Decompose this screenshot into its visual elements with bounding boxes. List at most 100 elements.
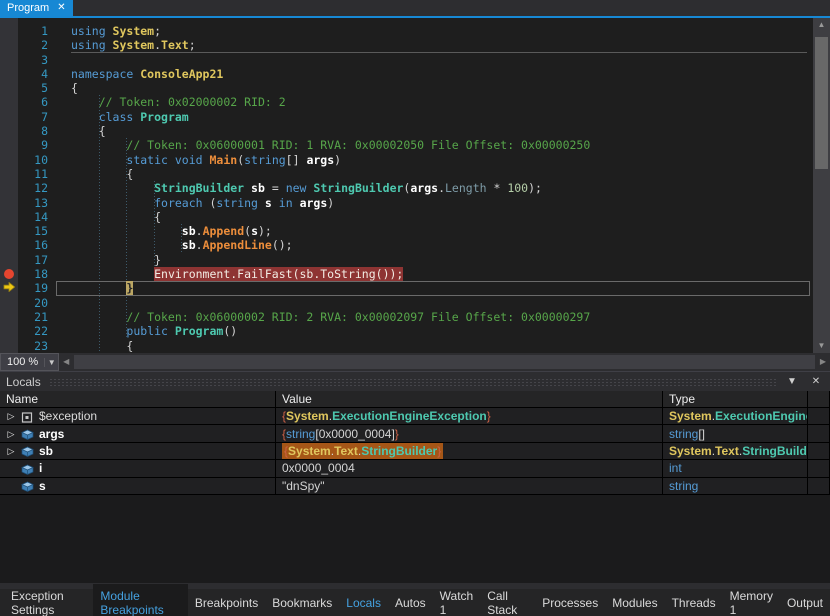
bottom-tab-breakpoints[interactable]: Breakpoints [188, 591, 265, 615]
line-number: 14 [18, 210, 48, 224]
column-header-type[interactable]: Type [663, 391, 808, 407]
code-token: Append [203, 224, 245, 238]
code-line[interactable]: 13 foreach (string s in args) [0, 196, 813, 210]
locals-header-row[interactable]: Name Value Type [0, 391, 830, 408]
breakpoint-glyph-cell[interactable] [0, 267, 18, 281]
tab-close-icon[interactable]: ✕ [57, 3, 65, 13]
horizontal-scrollbar-thumb[interactable] [74, 355, 815, 369]
code-line[interactable]: 18 Environment.FailFast(sb.ToString()); [0, 267, 813, 281]
expander-icon[interactable]: ▷ [6, 408, 16, 424]
locals-filler-cell [808, 408, 830, 424]
code-token [71, 238, 182, 252]
vertical-scrollbar[interactable]: ▲ ▼ [813, 18, 830, 353]
code-line[interactable]: 7 class Program [0, 110, 813, 124]
locals-value-cell[interactable]: {string[0x0000_0004]} [276, 425, 663, 441]
locals-value-cell[interactable]: {System.Text.StringBuilder} [276, 443, 663, 459]
line-number: 6 [18, 95, 48, 109]
code-token: ) [334, 153, 341, 167]
chevron-down-icon[interactable]: ▼ [44, 358, 58, 367]
expander-icon[interactable]: ▷ [6, 426, 16, 442]
code-text: using System.Text; [48, 38, 196, 52]
locals-type-cell[interactable]: int [663, 460, 808, 476]
locals-value-cell[interactable]: {System.ExecutionEngineException} [276, 408, 663, 424]
locals-name-cell[interactable]: ▷$exception [0, 408, 276, 424]
current-statement-glyph-cell[interactable] [0, 281, 18, 295]
locals-row[interactable]: ▷$exception{System.ExecutionEngineExcept… [0, 408, 830, 425]
scroll-down-icon[interactable]: ▼ [813, 339, 830, 353]
bottom-tab-autos[interactable]: Autos [388, 591, 433, 615]
bottom-tab-exception-settings[interactable]: Exception Settings [4, 584, 93, 616]
bottom-tab-threads[interactable]: Threads [665, 591, 723, 615]
bottom-tab-processes[interactable]: Processes [535, 591, 605, 615]
code-line[interactable]: 11 { [0, 167, 813, 181]
expander-icon[interactable]: ▷ [6, 443, 16, 459]
code-line[interactable]: 22 public Program() [0, 324, 813, 338]
code-token: System [286, 408, 329, 424]
locals-value-cell[interactable]: 0x0000_0004 [276, 460, 663, 476]
code-line[interactable]: 15 sb.Append(s); [0, 224, 813, 238]
scroll-left-icon[interactable]: ◀ [59, 353, 73, 371]
bottom-tab-output[interactable]: Output [780, 591, 830, 615]
code-line[interactable]: 17 } [0, 253, 813, 267]
code-line[interactable]: 5{ [0, 81, 813, 95]
close-icon[interactable]: ✕ [808, 376, 824, 387]
scroll-right-icon[interactable]: ▶ [816, 353, 830, 371]
code-line[interactable]: 19 } [0, 281, 813, 295]
line-number: 16 [18, 238, 48, 252]
code-token [71, 167, 126, 181]
code-line[interactable]: 4namespace ConsoleApp21 [0, 67, 813, 81]
current-statement-arrow-icon[interactable] [3, 281, 15, 295]
code-token: Main [209, 153, 237, 167]
code-line[interactable]: 23 { [0, 339, 813, 353]
code-line[interactable]: 3 [0, 53, 813, 67]
code-line[interactable]: 9 // Token: 0x06000001 RID: 1 RVA: 0x000… [0, 138, 813, 152]
locals-value-cell[interactable]: "dnSpy" [276, 478, 663, 494]
locals-type-cell[interactable]: string [663, 478, 808, 494]
locals-type-cell[interactable]: string[] [663, 425, 808, 441]
variable-name: s [39, 478, 46, 494]
vertical-scrollbar-thumb[interactable] [815, 37, 828, 169]
bottom-tab-memory-1[interactable]: Memory 1 [723, 584, 780, 616]
code-line[interactable]: 2using System.Text; [0, 38, 813, 52]
locals-row[interactable]: i0x0000_0004int [0, 460, 830, 477]
locals-row[interactable]: ▷args{string[0x0000_0004]}string[] [0, 425, 830, 442]
bottom-tab-call-stack[interactable]: Call Stack [480, 584, 535, 616]
code-line[interactable]: 16 sb.AppendLine(); [0, 238, 813, 252]
tab-program[interactable]: Program ✕ [0, 0, 73, 16]
locals-type-cell[interactable]: System.ExecutionEngine... [663, 408, 808, 424]
code-line[interactable]: 20 [0, 296, 813, 310]
code-line[interactable]: 21 // Token: 0x06000002 RID: 2 RVA: 0x00… [0, 310, 813, 324]
bottom-tab-modules[interactable]: Modules [605, 591, 664, 615]
zoom-level-combobox[interactable]: 100 % ▼ [0, 353, 59, 371]
breakpoint-dot-icon[interactable] [4, 269, 14, 279]
scroll-up-icon[interactable]: ▲ [813, 18, 830, 32]
locals-row[interactable]: s "dnSpy"string [0, 478, 830, 495]
locals-name-cell[interactable]: i [0, 460, 276, 476]
bottom-tab-module-breakpoints[interactable]: Module Breakpoints [93, 584, 187, 616]
column-header-value[interactable]: Value [276, 391, 663, 407]
locals-name-cell[interactable]: s [0, 478, 276, 494]
code-line[interactable]: 12 StringBuilder sb = new StringBuilder(… [0, 181, 813, 195]
code-token: args [410, 181, 438, 195]
locals-type-cell[interactable]: System.Text.StringBuilder [663, 443, 808, 459]
horizontal-scrollbar[interactable]: ◀ ▶ [59, 353, 830, 371]
code-token: public [126, 324, 174, 338]
code-line[interactable]: 10 static void Main(string[] args) [0, 153, 813, 167]
bottom-tab-bookmarks[interactable]: Bookmarks [265, 591, 339, 615]
bottom-tab-locals[interactable]: Locals [339, 591, 388, 615]
code-editor[interactable]: 1using System;2using System.Text;34names… [0, 18, 830, 353]
code-token: ( [203, 196, 217, 210]
code-line[interactable]: 14 { [0, 210, 813, 224]
bottom-tab-watch-1[interactable]: Watch 1 [433, 584, 481, 616]
code-line[interactable]: 8 { [0, 124, 813, 138]
code-line[interactable]: 1using System; [0, 24, 813, 38]
code-text [48, 53, 71, 67]
locals-name-cell[interactable]: ▷sb [0, 443, 276, 459]
locals-row[interactable]: ▷sb{System.Text.StringBuilder}System.Tex… [0, 443, 830, 460]
window-position-icon[interactable]: ▼ [784, 376, 800, 387]
locals-name-cell[interactable]: ▷args [0, 425, 276, 441]
locals-title-bar[interactable]: Locals ▼ ✕ [0, 372, 830, 391]
glyph-cell [0, 138, 18, 152]
column-header-name[interactable]: Name [0, 391, 276, 407]
code-line[interactable]: 6 // Token: 0x02000002 RID: 2 [0, 95, 813, 109]
